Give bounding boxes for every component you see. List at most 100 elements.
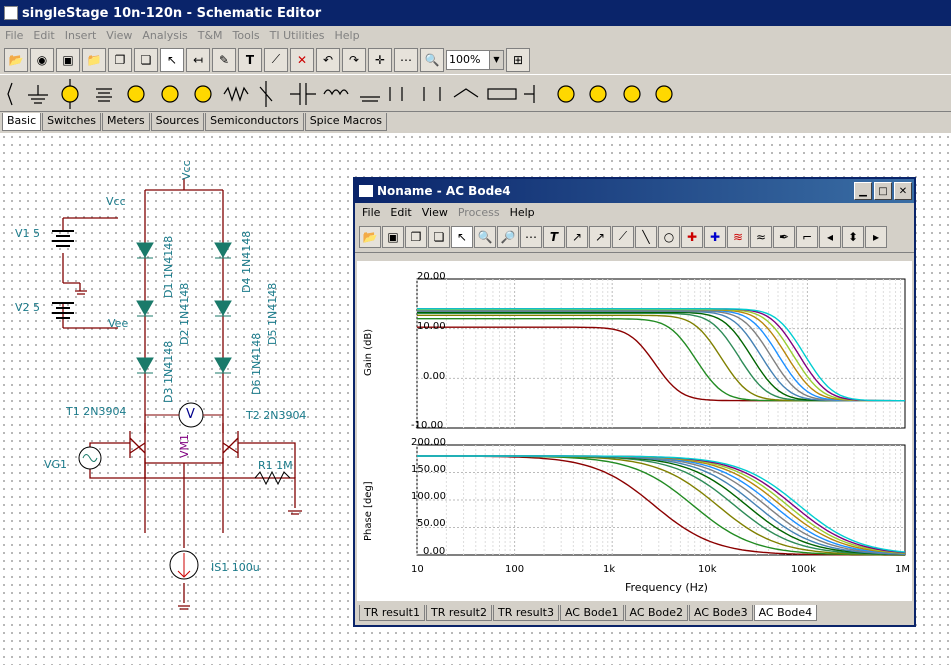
cursor-a-icon[interactable]: ✚: [681, 225, 703, 248]
step-icon[interactable]: ⌐: [796, 225, 818, 248]
zoom-select[interactable]: 100% ▼: [446, 49, 504, 70]
menubar: File Edit Insert View Analysis T&M Tools…: [0, 26, 951, 44]
menu-help[interactable]: Help: [330, 29, 365, 42]
text-icon[interactable]: T: [238, 47, 262, 72]
xtick-1M: 1M: [895, 564, 910, 575]
curves-icon[interactable]: ≈: [750, 225, 772, 248]
tab-basic[interactable]: Basic: [2, 113, 42, 131]
open-folder-icon[interactable]: 📂: [359, 225, 381, 248]
circle-icon[interactable]: ○: [658, 225, 680, 248]
grid-icon[interactable]: ⋯: [520, 225, 542, 248]
redo-icon[interactable]: ↷: [342, 47, 366, 72]
label-vg1: VG1: [44, 458, 68, 471]
ic-source2-icon: [589, 84, 607, 103]
gain-ytick-1: 10.00: [417, 321, 446, 332]
zoom-100-icon[interactable]: 🔎: [497, 225, 519, 248]
tab-ac-bode2[interactable]: AC Bode2: [624, 605, 689, 621]
tab-spice-macros[interactable]: Spice Macros: [304, 113, 388, 131]
tab-ac-bode3[interactable]: AC Bode3: [689, 605, 753, 621]
tab-tr-result3[interactable]: TR result3: [492, 605, 559, 621]
tab-tr-result2[interactable]: TR result2: [425, 605, 492, 621]
open-icon[interactable]: 📁: [82, 47, 106, 72]
minimize-icon[interactable]: ▁: [854, 182, 872, 200]
pencil-icon[interactable]: ✎: [212, 47, 236, 72]
menu-file[interactable]: File: [0, 29, 28, 42]
gain-ylabel: Gain (dB): [363, 328, 374, 376]
paste-icon[interactable]: ❏: [134, 47, 158, 72]
zoom-in-icon[interactable]: 🔍: [474, 225, 496, 248]
bode-titlebar[interactable]: Noname - AC Bode4 ▁ □ ✕: [355, 179, 914, 203]
add-curve-icon[interactable]: ≋: [727, 225, 749, 248]
component-library-icon[interactable]: ⊞: [506, 47, 530, 72]
globe-icon[interactable]: ◉: [30, 47, 54, 72]
line-icon[interactable]: ╲: [635, 225, 657, 248]
label-d6: D6 1N4148: [250, 332, 263, 395]
undo-icon[interactable]: ↶: [316, 47, 340, 72]
line-tool-icon[interactable]: ⟋: [612, 225, 634, 248]
bode-menu-help[interactable]: Help: [505, 206, 540, 219]
paste-icon[interactable]: ❏: [428, 225, 450, 248]
bode-menu-file[interactable]: File: [357, 206, 385, 219]
component-icons: [7, 78, 673, 109]
maximize-icon[interactable]: □: [874, 182, 892, 200]
tab-tr-result1[interactable]: TR result1: [359, 605, 425, 621]
plate-icon: [524, 84, 535, 103]
copy-icon[interactable]: ❐: [108, 47, 132, 72]
menu-insert[interactable]: Insert: [60, 29, 102, 42]
xtick-1k: 1k: [603, 564, 616, 575]
ammeter-icon: [194, 84, 212, 103]
menu-tools[interactable]: Tools: [228, 29, 265, 42]
arrow-tool-icon[interactable]: ↗: [566, 225, 588, 248]
diode-d3: [136, 357, 154, 374]
text-icon[interactable]: T: [543, 225, 565, 248]
tab-ac-bode1[interactable]: AC Bode1: [559, 605, 624, 621]
tab-meters[interactable]: Meters: [102, 113, 150, 131]
grid-icon[interactable]: ⋯: [394, 47, 418, 72]
tab-semiconductors[interactable]: Semiconductors: [205, 113, 304, 131]
label-v2: V2 5: [15, 301, 41, 314]
menu-ti-utilities[interactable]: TI Utilities: [265, 29, 330, 42]
pointer-icon[interactable]: ↖: [451, 225, 473, 248]
label-d4: D4 1N4148: [240, 230, 253, 293]
phase-ytick-0: 200.00: [411, 437, 446, 448]
zoom-icon[interactable]: 🔍: [420, 47, 444, 72]
arrow-right-icon[interactable]: ▸: [865, 225, 887, 248]
junction-icon[interactable]: ✛: [368, 47, 392, 72]
save-icon[interactable]: ▣: [56, 47, 80, 72]
arrow-left-icon[interactable]: ◂: [819, 225, 841, 248]
tab-sources[interactable]: Sources: [150, 113, 205, 131]
wire-select-icon[interactable]: ↤: [186, 47, 210, 72]
open-folder-icon[interactable]: 📂: [4, 47, 28, 72]
cursor-b-icon[interactable]: ✚: [704, 225, 726, 248]
close-icon[interactable]: ✕: [894, 182, 912, 200]
menu-view[interactable]: View: [101, 29, 137, 42]
ground-symbol-3: [178, 605, 190, 610]
app-titlebar: singleStage 10n-120n - Schematic Editor: [0, 0, 951, 26]
label-vcc-left: Vcc: [106, 195, 126, 208]
bode-menu-view[interactable]: View: [417, 206, 453, 219]
menu-edit[interactable]: Edit: [28, 29, 59, 42]
copy-icon[interactable]: ❐: [405, 225, 427, 248]
bode-toolbar: 📂 ▣ ❐ ❏ ↖ 🔍 🔎 ⋯ T ↗ ↗ ⟋ ╲ ○ ✚ ✚ ≋ ≈ ✒ ⌐ …: [355, 221, 914, 253]
arrow-updown-icon[interactable]: ⬍: [842, 225, 864, 248]
chevron-down-icon[interactable]: ▼: [489, 50, 503, 69]
diode-d2: [136, 300, 154, 317]
tab-ac-bode4[interactable]: AC Bode4: [753, 605, 818, 621]
pointer-icon[interactable]: ↖: [160, 47, 184, 72]
arrow-tool2-icon[interactable]: ↗: [589, 225, 611, 248]
menu-tm[interactable]: T&M: [193, 29, 228, 42]
inductor-icon: [323, 88, 349, 95]
bode-plot-area[interactable]: 20.00 10.00 0.00 -10.00 Gain (dB) 200.00…: [357, 261, 912, 601]
wire-icon[interactable]: ⟋: [264, 47, 288, 72]
eyedropper-icon[interactable]: ✒: [773, 225, 795, 248]
bode-window[interactable]: Noname - AC Bode4 ▁ □ ✕ File Edit View P…: [353, 177, 916, 627]
delete-icon[interactable]: ✕: [290, 47, 314, 72]
menu-analysis[interactable]: Analysis: [137, 29, 192, 42]
label-v1: V1 5: [15, 227, 41, 240]
save-icon[interactable]: ▣: [382, 225, 404, 248]
bode-menu-edit[interactable]: Edit: [385, 206, 416, 219]
resistor-icon: [223, 85, 249, 102]
tab-switches[interactable]: Switches: [42, 113, 101, 131]
gain-ytick-2: 0.00: [423, 371, 446, 382]
coupled-inductor-icon: [389, 86, 403, 101]
